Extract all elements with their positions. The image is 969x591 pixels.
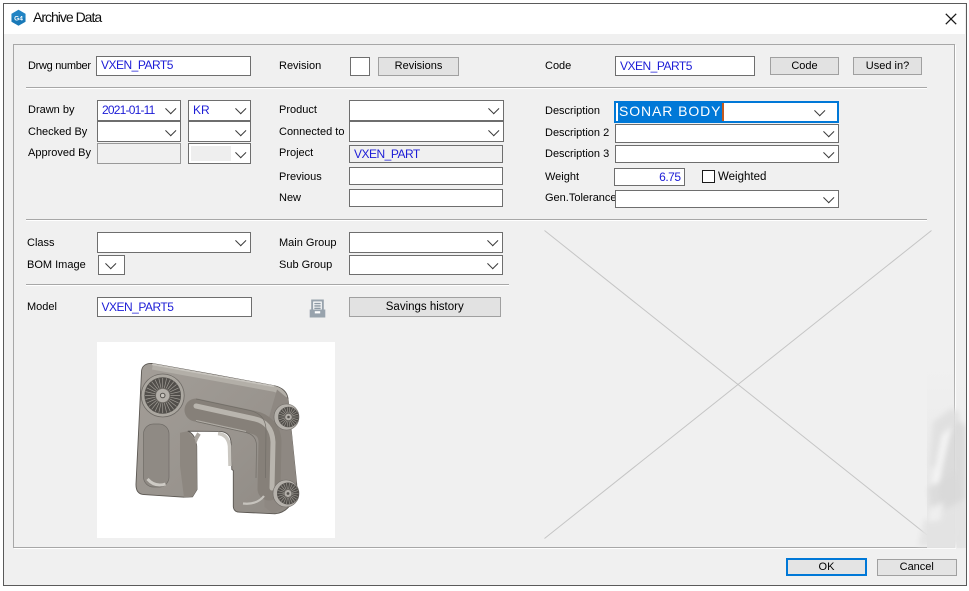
svg-text:G4: G4 xyxy=(14,15,23,22)
